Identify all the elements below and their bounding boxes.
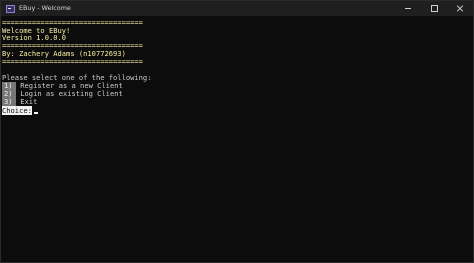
choice-prompt-line[interactable]: Choice: [2,106,38,115]
menu-option-exit: 3) Exit [2,98,37,106]
console-app-icon [6,4,15,13]
minimize-icon[interactable] [395,1,421,16]
console-output[interactable]: ================================= Welcom… [1,16,463,262]
console-window: EBuy - Welcome =========================… [0,0,474,263]
window-controls [395,1,473,16]
title-bar[interactable]: EBuy - Welcome [1,1,473,16]
vertical-scrollbar[interactable] [463,16,472,262]
maximize-icon[interactable] [421,1,447,16]
choice-label: Choice: [2,106,32,115]
scrollbar-thumb[interactable] [466,16,469,56]
option-label: Exit [16,97,38,106]
option-number: 3) [2,98,16,106]
close-icon[interactable] [447,1,473,16]
window-title: EBuy - Welcome [19,4,71,12]
banner-separator-bottom: ================================= [2,57,143,66]
text-cursor [33,112,38,114]
